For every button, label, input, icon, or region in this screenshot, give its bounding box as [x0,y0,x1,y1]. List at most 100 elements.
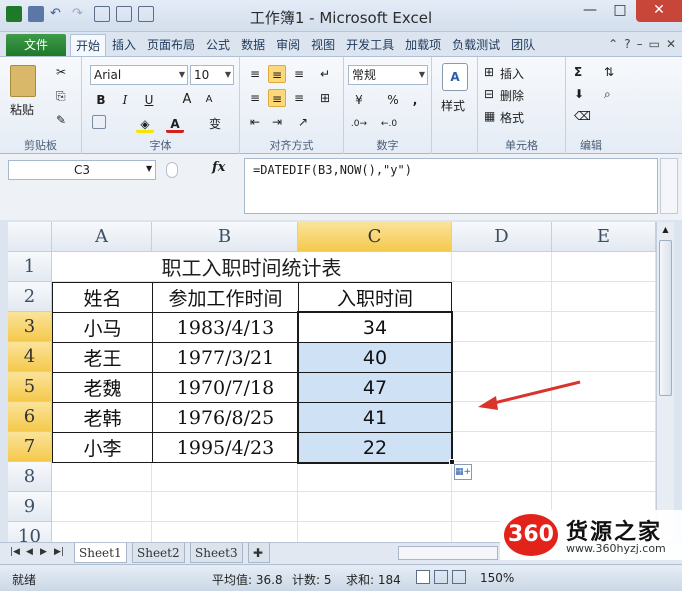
date-cell[interactable]: 1977/3/21 [152,342,299,373]
tab-review[interactable]: 审阅 [271,34,305,56]
align-right-icon[interactable]: ≡ [290,89,308,107]
row-header-2[interactable]: 2 [8,282,52,312]
increase-indent-icon[interactable]: ⇥ [268,113,286,131]
window-minimize-icon[interactable]: – [637,37,643,51]
cell-b8[interactable] [152,462,298,492]
page-layout-view-icon[interactable] [434,570,448,584]
number-format-field[interactable]: 常规 ▼ [348,65,428,85]
tab-file[interactable]: 文件 [6,34,66,56]
normal-view-icon[interactable] [416,570,430,584]
name-cell[interactable]: 小李 [52,432,153,463]
sheet-tab-2[interactable]: Sheet2 [132,543,185,563]
column-header-e[interactable]: E [552,222,656,252]
autosum-button[interactable]: Σ [574,65,582,79]
tab-view[interactable]: 视图 [306,34,340,56]
tab-add-ins[interactable]: 加载项 [400,34,446,56]
italic-button[interactable]: I [116,91,134,109]
years-cell[interactable]: 34 [298,312,452,343]
formula-bar-scroll[interactable] [660,158,678,214]
currency-icon[interactable]: ¥ [350,91,368,109]
cut-icon[interactable]: ✂ [56,65,66,79]
tab-data[interactable]: 数据 [236,34,270,56]
delete-cells-icon[interactable]: ⊟ [484,87,494,101]
insert-cells-icon[interactable]: ⊞ [484,65,494,79]
formula-input[interactable]: =DATEDIF(B3,NOW(),"y") [244,158,658,214]
format-cells-icon[interactable]: ▦ [484,109,495,123]
years-cell[interactable]: 40 [298,342,452,373]
font-name-dropdown-icon[interactable]: ▼ [179,66,185,84]
next-sheet-icon[interactable]: ▶ [40,547,47,557]
row-header-5[interactable]: 5 [8,372,52,402]
sort-filter-icon[interactable]: ⇅ [604,65,614,79]
tab-team[interactable]: 团队 [506,34,540,56]
cell-e3[interactable] [552,312,656,342]
row-header-10[interactable]: 10 [8,522,52,542]
bold-button[interactable]: B [92,91,110,109]
row-header-3[interactable]: 3 [8,312,52,342]
font-size-dropdown-icon[interactable]: ▼ [225,66,231,84]
insert-cells-button[interactable]: 插入 [500,65,524,82]
insert-function-button[interactable]: fx [212,160,225,175]
border-icon[interactable] [92,115,106,129]
column-header-a[interactable]: A [52,222,152,252]
prev-sheet-icon[interactable]: ◀ [26,547,33,557]
percent-button[interactable]: % [384,91,402,109]
cell-d4[interactable] [452,342,552,372]
page-break-view-icon[interactable] [452,570,466,584]
header-cell-date[interactable]: 参加工作时间 [152,282,299,313]
help-icon[interactable]: ? [624,37,630,51]
row-header-4[interactable]: 4 [8,342,52,372]
select-all-corner[interactable] [8,222,52,252]
name-cell[interactable]: 老魏 [52,372,153,403]
font-size-field[interactable]: 10 ▼ [190,65,234,85]
tab-home[interactable]: 开始 [70,34,107,56]
ribbon-collapse-icon[interactable]: ⌃ [608,37,618,51]
first-sheet-icon[interactable]: |◀ [10,547,20,557]
name-box[interactable]: C3 [8,160,156,180]
align-middle-icon[interactable]: ≡ [268,65,286,83]
tab-formulas[interactable]: 公式 [201,34,235,56]
new-sheet-icon[interactable]: ✚ [248,543,270,563]
name-cell[interactable]: 老韩 [52,402,153,433]
maximize-button[interactable]: □ [606,0,634,22]
wrap-text-icon[interactable]: ↵ [316,65,334,83]
fill-icon[interactable]: ⬇ [574,87,584,101]
cell-a8[interactable] [52,462,152,492]
row-header-6[interactable]: 6 [8,402,52,432]
styles-button[interactable]: 样式 [441,97,465,114]
cell-c9[interactable] [298,492,452,522]
row-header-1[interactable]: 1 [8,252,52,282]
tab-load-test[interactable]: 负载测试 [447,34,505,56]
window-close-icon[interactable]: ✕ [666,37,676,51]
cell-d3[interactable] [452,312,552,342]
name-cell[interactable]: 小马 [52,312,153,343]
cell-c10[interactable] [298,522,452,542]
years-cell[interactable]: 47 [298,372,452,403]
row-header-8[interactable]: 8 [8,462,52,492]
sheet-tab-3[interactable]: Sheet3 [190,543,243,563]
header-cell-name[interactable]: 姓名 [52,282,153,313]
align-bottom-icon[interactable]: ≡ [290,65,308,83]
underline-button[interactable]: U [140,91,158,109]
row-header-7[interactable]: 7 [8,432,52,462]
tab-insert[interactable]: 插入 [107,34,141,56]
minimize-button[interactable]: — [576,0,604,22]
sheet-tab-1[interactable]: Sheet1 [74,543,127,563]
merge-center-icon[interactable]: ⊞ [316,89,334,107]
date-cell[interactable]: 1995/4/23 [152,432,299,463]
column-header-c[interactable]: C [298,222,452,252]
sheet-title-cell[interactable]: 职工入职时间统计表 [52,252,452,282]
paste-icon[interactable] [10,65,36,97]
paste-button[interactable]: 粘贴 [10,101,34,118]
header-cell-years[interactable]: 入职时间 [298,282,452,313]
format-cells-button[interactable]: 格式 [500,109,524,126]
align-center-icon[interactable]: ≡ [268,89,286,107]
years-cell[interactable]: 22 [298,432,452,463]
align-top-icon[interactable]: ≡ [246,65,264,83]
last-sheet-icon[interactable]: ▶| [54,547,64,557]
cell-a10[interactable] [52,522,152,542]
cell-e2[interactable] [552,282,656,312]
increase-decimal-icon[interactable]: .0→ [350,115,368,133]
font-color-icon[interactable]: A [166,115,184,133]
align-left-icon[interactable]: ≡ [246,89,264,107]
